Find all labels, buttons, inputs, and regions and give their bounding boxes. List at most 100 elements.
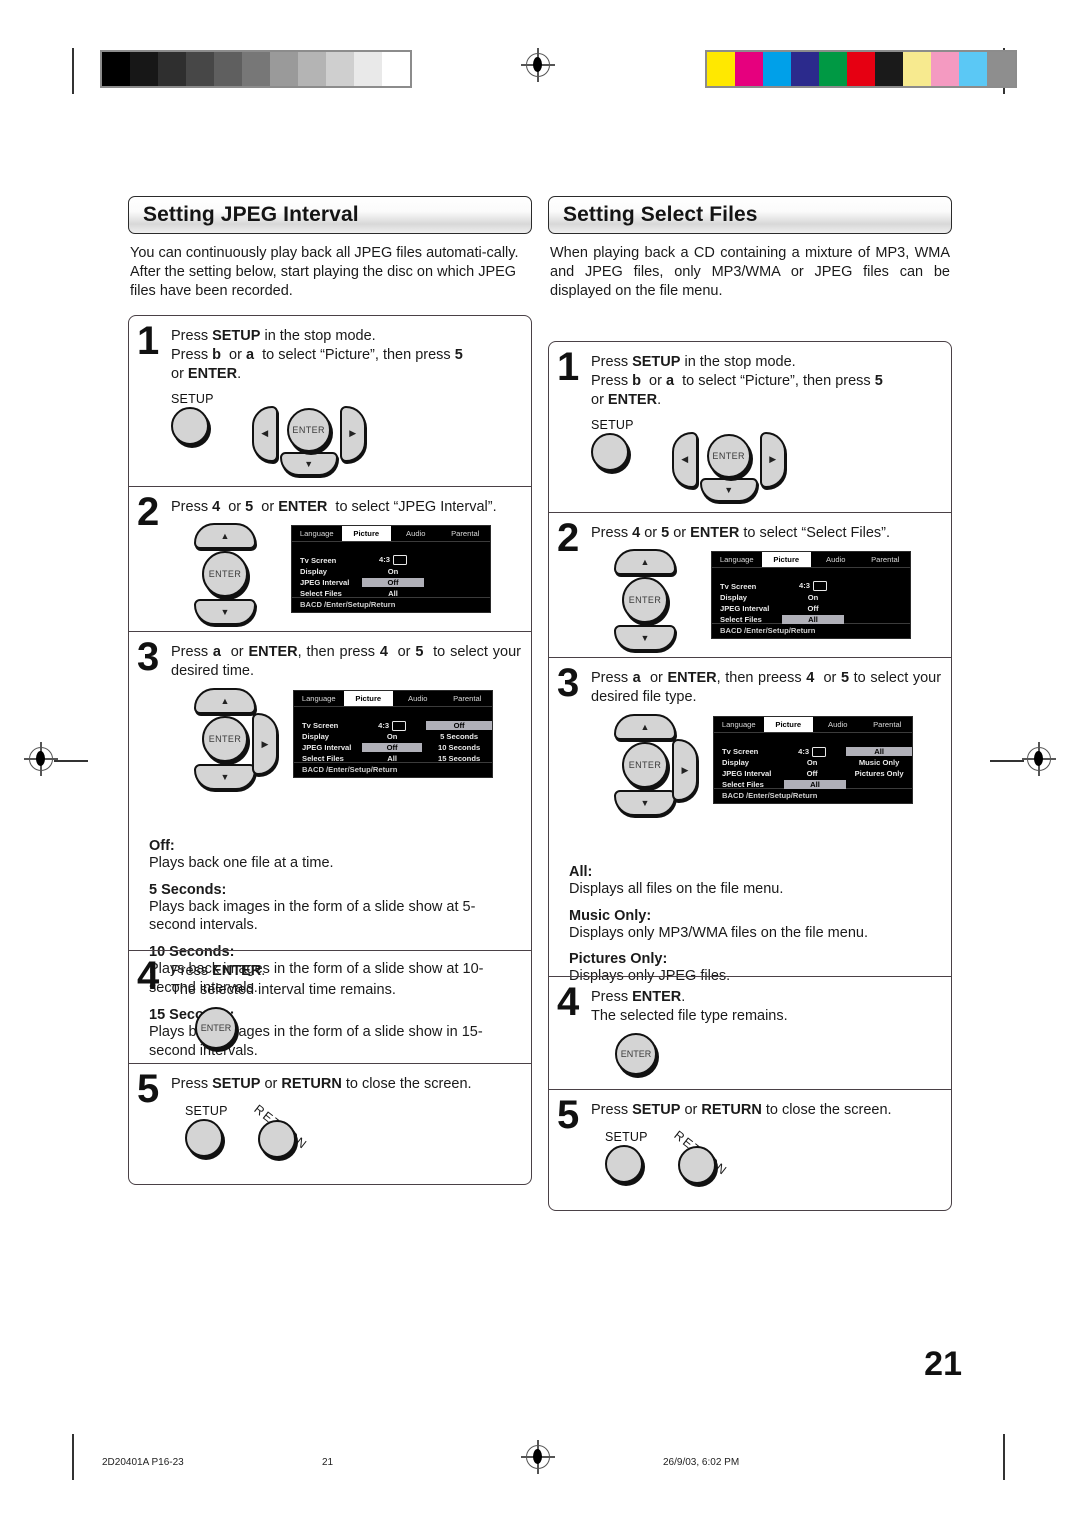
down-arrow-button[interactable]: ▼ — [279, 451, 338, 476]
section-title-banner-right: Setting Select Files — [548, 196, 952, 234]
osd-row-jpeg-interval[interactable]: JPEG Interval Off — [292, 577, 490, 588]
osd-row-display[interactable]: Display On — [292, 566, 490, 577]
osd-tab-picture[interactable]: Picture — [343, 691, 393, 707]
osd-option[interactable]: 5 Seconds — [426, 732, 492, 741]
grayscale-swatch-3 — [186, 52, 214, 86]
right-arrow-button[interactable]: ▶ — [759, 431, 786, 488]
step-number: 1 — [557, 345, 580, 390]
right-arrow-button[interactable]: ▶ — [672, 739, 698, 802]
page-title-left: Setting JPEG Interval — [143, 203, 359, 226]
left-arrow-button[interactable]: ◀ — [251, 405, 278, 462]
osd-tab-audio[interactable]: Audio — [391, 526, 441, 541]
dpad-cluster[interactable]: ◀ ▶ ▼ ENTER — [250, 392, 370, 476]
osd-option[interactable]: 15 Seconds — [426, 754, 492, 763]
setup-button-group[interactable]: SETUP — [605, 1130, 648, 1187]
step-instruction: Press ENTER. The selected file type remai… — [591, 988, 788, 1024]
osd-row-tv-screen[interactable]: Tv Screen 4:3 Off — [294, 720, 492, 731]
color-swatch-1 — [735, 52, 763, 86]
setup-button[interactable] — [185, 1119, 227, 1161]
osd-row-select-files[interactable]: Select Files All 15 Seconds — [294, 753, 492, 764]
setup-button-group[interactable]: SETUP — [591, 418, 634, 475]
return-button-group[interactable]: RETURN — [671, 1128, 738, 1188]
osd-option[interactable]: Music Only — [846, 758, 912, 767]
dpad-cluster[interactable]: ▲ ▼ ▶ ENTER — [171, 688, 279, 791]
up-arrow-button[interactable]: ▲ — [194, 522, 256, 549]
down-arrow-button[interactable]: ▼ — [699, 477, 758, 502]
osd-tab-language[interactable]: Language — [292, 526, 342, 541]
osd-row-tv-screen[interactable]: Tv Screen 4:3 — [712, 581, 910, 592]
enter-button[interactable]: ENTER — [202, 716, 248, 763]
osd-option-selected[interactable]: Off — [426, 721, 492, 731]
osd-option[interactable]: Pictures Only — [846, 769, 912, 778]
return-button-group[interactable]: RETURN — [251, 1102, 318, 1162]
osd-tab-picture[interactable]: Picture — [763, 717, 813, 733]
osd-row-value: 4:3 — [362, 720, 422, 731]
down-arrow-button[interactable]: ▼ — [614, 624, 676, 651]
osd-row-display[interactable]: Display On Music Only — [714, 757, 912, 768]
osd-tab-language[interactable]: Language — [714, 717, 764, 732]
grayscale-swatch-7 — [298, 52, 326, 86]
osd-tab-language[interactable]: Language — [294, 691, 344, 706]
osd-tab-parental[interactable]: Parental — [441, 526, 491, 541]
down-arrow-button[interactable]: ▼ — [194, 598, 256, 625]
dpad-cluster[interactable]: ▲ ▼ ENTER — [591, 548, 687, 651]
step-instruction: Press ENTER. The selected interval time r… — [171, 962, 396, 998]
osd-row-value-selected: All — [784, 780, 846, 790]
osd-tab-audio[interactable]: Audio — [813, 717, 863, 732]
osd-tab-parental[interactable]: Parental — [863, 717, 913, 732]
up-arrow-button[interactable]: ▲ — [614, 714, 676, 741]
setup-button[interactable] — [605, 1145, 647, 1187]
up-arrow-button[interactable]: ▲ — [614, 548, 676, 575]
osd-row-value-selected: All — [782, 614, 844, 624]
osd-tab-parental[interactable]: Parental — [861, 552, 911, 567]
osd-tab-language[interactable]: Language — [712, 552, 762, 567]
osd-row-label: JPEG Interval — [300, 577, 350, 587]
setup-button[interactable] — [591, 432, 633, 475]
osd-row-display[interactable]: Display On 5 Seconds — [294, 731, 492, 742]
osd-row-tv-screen[interactable]: Tv Screen 4:3 All — [714, 746, 912, 757]
right-arrow-button[interactable]: ▶ — [252, 713, 278, 776]
enter-button[interactable]: ENTER — [706, 433, 751, 478]
osd-row-select-files[interactable]: Select Files All — [714, 779, 912, 790]
enter-button[interactable]: ENTER — [202, 550, 248, 597]
intro-paragraph: After the setting below, start playing t… — [130, 264, 517, 300]
right-arrow-button[interactable]: ▶ — [339, 405, 366, 462]
osd-row-jpeg-interval[interactable]: JPEG Interval Off 10 Seconds — [294, 742, 492, 753]
up-arrow-button[interactable]: ▲ — [194, 688, 256, 715]
osd-tab-audio[interactable]: Audio — [393, 691, 443, 706]
enter-button[interactable]: ENTER — [622, 742, 668, 789]
grayscale-swatch-0 — [102, 52, 130, 86]
osd-row-jpeg-interval[interactable]: JPEG Interval Off — [712, 603, 910, 614]
return-button[interactable] — [677, 1146, 716, 1185]
osd-tab-parental[interactable]: Parental — [443, 691, 493, 706]
return-button[interactable] — [257, 1120, 296, 1159]
osd-option-selected[interactable]: All — [846, 747, 912, 757]
enter-button[interactable]: ENTER — [622, 576, 668, 623]
down-arrow-button[interactable]: ▼ — [614, 790, 676, 817]
dpad-cluster[interactable]: ▲ ▼ ▶ ENTER — [591, 714, 699, 817]
color-swatch-9 — [959, 52, 987, 86]
osd-row-display[interactable]: Display On — [712, 592, 910, 603]
setup-button[interactable] — [171, 406, 213, 449]
osd-tab-audio[interactable]: Audio — [811, 552, 861, 567]
osd-option[interactable]: 10 Seconds — [426, 743, 492, 752]
osd-tab-picture[interactable]: Picture — [761, 551, 811, 567]
enter-button[interactable]: ENTER — [286, 407, 331, 452]
crop-mark-top-left — [72, 48, 74, 94]
down-arrow-button[interactable]: ▼ — [194, 764, 256, 791]
osd-row-select-files[interactable]: Select Files All — [292, 588, 490, 599]
osd-tab-picture[interactable]: Picture — [341, 525, 391, 541]
osd-row-jpeg-interval[interactable]: JPEG Interval Off Pictures Only — [714, 768, 912, 779]
osd-row-select-files[interactable]: Select Files All — [712, 614, 910, 625]
setup-button-group[interactable]: SETUP — [171, 392, 214, 449]
enter-button[interactable]: ENTER — [615, 1033, 661, 1079]
dpad-cluster[interactable]: ◀ ▶ ▼ ENTER — [670, 418, 790, 502]
left-arrow-button[interactable]: ◀ — [671, 431, 698, 488]
dpad-cluster[interactable]: ▲ ▼ ENTER — [171, 522, 267, 625]
column-select-files: Setting Select Files When playing back a… — [548, 196, 952, 1212]
setup-button-group[interactable]: SETUP — [185, 1104, 228, 1161]
osd-row-tv-screen[interactable]: Tv Screen 4:3 — [292, 555, 490, 566]
osd-row-value: 4:3 — [782, 581, 844, 592]
enter-button[interactable]: ENTER — [195, 1007, 241, 1053]
step-5-right: 5 Press SETUP or RETURN to close the scr… — [549, 1089, 951, 1210]
